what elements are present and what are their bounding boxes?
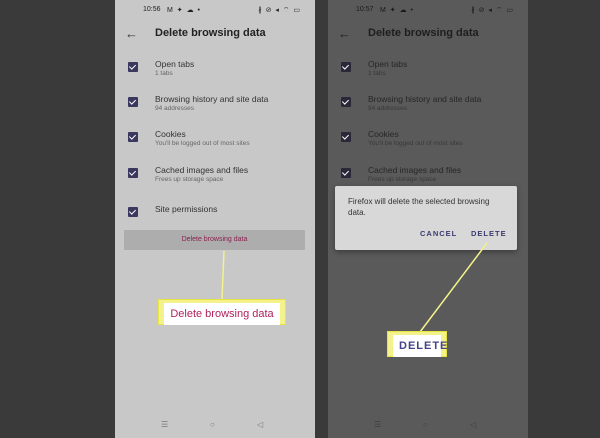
page-title: Delete browsing data [368,27,479,39]
dialog-message: Firefox will delete the selected browsin… [348,197,490,217]
callout-label: DELETE [393,335,447,357]
option-browsing-history[interactable]: Browsing history and site data 94 addres… [328,94,528,124]
option-subtitle: You'll be logged out of most sites [368,140,463,147]
home-icon[interactable]: ○ [423,420,428,429]
option-subtitle: Frees up storage space [155,176,224,183]
status-time: 10:57 [356,6,374,13]
option-label: Cached images and files [155,165,249,175]
option-label: Cookies [155,129,186,139]
option-open-tabs[interactable]: Open tabs 1 tabs [115,59,315,89]
option-subtitle: You'll be logged out of most sites [155,140,250,147]
checkbox-checked-icon[interactable] [341,132,351,142]
back-arrow-icon[interactable]: ← [125,26,138,42]
left-phone-screen: 10:56 M ✦ ☁ • ∦ ⊘ ◂ ⌔ ▭ ← Delete browsin… [115,0,315,438]
system-nav-bar: ☰ ○ ◁ [328,420,528,434]
page-title: Delete browsing data [155,27,266,39]
option-subtitle: 94 addresses [368,105,408,112]
option-subtitle: 94 addresses [155,105,195,112]
recent-apps-icon[interactable]: ☰ [374,420,381,429]
checkbox-checked-icon[interactable] [128,207,138,217]
callout-delete: DELETE [387,331,447,357]
option-open-tabs[interactable]: Open tabs 1 tabs [328,59,528,89]
option-label: Open tabs [368,59,408,69]
option-subtitle: 1 tabs [368,70,386,77]
option-subtitle: 1 tabs [155,70,173,77]
app-bar: ← Delete browsing data [328,24,528,46]
callout-label: Delete browsing data [164,303,280,325]
option-cookies[interactable]: Cookies You'll be logged out of most sit… [328,129,528,159]
option-subtitle: Frees up storage space [368,176,437,183]
option-cookies[interactable]: Cookies You'll be logged out of most sit… [115,129,315,159]
notification-icons: M ✦ ☁ • [167,7,201,14]
status-bar: 10:56 M ✦ ☁ • ∦ ⊘ ◂ ⌔ ▭ [115,6,315,18]
option-browsing-history[interactable]: Browsing history and site data 94 addres… [115,94,315,124]
option-label: Site permissions [155,204,218,214]
confirm-delete-dialog: Firefox will delete the selected browsin… [335,186,517,250]
callout-delete-browsing-data: Delete browsing data [158,299,286,325]
checkbox-checked-icon[interactable] [128,132,138,142]
delete-button[interactable]: DELETE [471,229,507,238]
checkbox-checked-icon[interactable] [128,168,138,178]
notification-icons: M ✦ ☁ • [380,7,414,14]
option-label: Browsing history and site data [155,94,269,104]
home-icon[interactable]: ○ [210,420,215,429]
option-label: Browsing history and site data [368,94,482,104]
system-nav-bar: ☰ ○ ◁ [115,420,315,434]
checkbox-checked-icon[interactable] [341,97,351,107]
cancel-button[interactable]: CANCEL [420,229,457,238]
back-arrow-icon[interactable]: ← [338,26,351,42]
checkbox-checked-icon[interactable] [128,62,138,72]
option-label: Cached images and files [368,165,462,175]
nav-back-icon[interactable]: ◁ [257,420,263,429]
checkbox-checked-icon[interactable] [128,97,138,107]
nav-back-icon[interactable]: ◁ [470,420,476,429]
option-label: Open tabs [155,59,195,69]
option-label: Cookies [368,129,399,139]
recent-apps-icon[interactable]: ☰ [161,420,168,429]
status-bar: 10:57 M ✦ ☁ • ∦ ⊘ ◂ ⌔ ▭ [328,6,528,18]
system-icons: ∦ ⊘ ◂ ⌔ ▭ [471,7,514,14]
checkbox-checked-icon[interactable] [341,168,351,178]
app-bar: ← Delete browsing data [115,24,315,46]
checkbox-checked-icon[interactable] [341,62,351,72]
delete-browsing-data-button[interactable]: Delete browsing data [124,230,305,250]
status-time: 10:56 [143,6,161,13]
system-icons: ∦ ⊘ ◂ ⌔ ▭ [258,7,301,14]
option-cached-images[interactable]: Cached images and files Frees up storage… [115,165,315,195]
